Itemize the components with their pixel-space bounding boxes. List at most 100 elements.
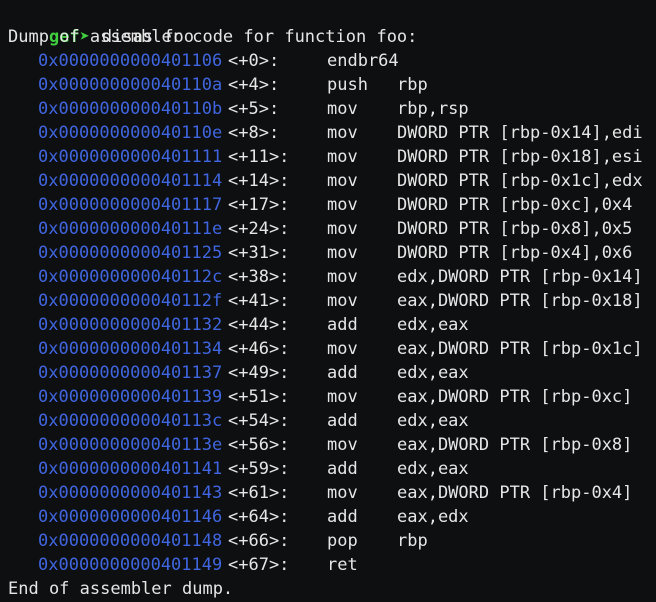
instruction-row: 0x0000000000401146 <+64>: add eax,edx [8,505,656,529]
instruction-offset: <+44>: [228,315,290,335]
instruction-offset: <+61>: [228,483,290,503]
instruction-operands: rbp,rsp [397,99,469,119]
instruction-row: 0x000000000040112c <+38>: mov edx,DWORD PTR… [8,265,656,289]
instruction-row: 0x0000000000401148 <+66>: pop rbp [8,529,656,553]
instruction-mnemonic: add [327,411,358,431]
instruction-address: 0x0000000000401125 [38,243,223,263]
instruction-address: 0x0000000000401141 [38,459,223,479]
instruction-mnemonic: mov [327,147,358,167]
instruction-offset: <+46>: [228,339,290,359]
instruction-mnemonic: mov [327,171,358,191]
instruction-mnemonic: mov [327,195,358,215]
prompt-line: gef➤ disas foo [8,1,656,47]
instruction-mnemonic: add [327,459,358,479]
instruction-operands: eax,DWORD PTR [rbp-0x1c] [397,339,643,359]
instruction-address: 0x000000000040110e [38,123,223,143]
instruction-address: 0x0000000000401149 [38,555,223,575]
instruction-offset: <+38>: [228,267,290,287]
instruction-address: 0x0000000000401106 [38,51,223,71]
instruction-operands: rbp [397,531,428,551]
instruction-address: 0x000000000040112c [38,267,223,287]
instruction-row: 0x0000000000401114 <+14>: mov DWORD PTR [rb… [8,169,656,193]
instruction-row: 0x0000000000401117 <+17>: mov DWORD PTR [rb… [8,193,656,217]
instruction-operands: DWORD PTR [rbp-0x1c],edx [397,171,643,191]
instruction-mnemonic: mov [327,99,358,119]
instruction-address: 0x0000000000401148 [38,531,223,551]
instruction-address: 0x0000000000401143 [38,483,223,503]
instruction-offset: <+4>: [228,75,280,95]
instruction-address: 0x0000000000401111 [38,147,223,167]
instruction-mnemonic: mov [327,219,358,239]
dump-footer: End of assembler dump. [8,579,234,599]
instruction-offset: <+5>: [228,99,280,119]
instruction-offset: <+41>: [228,291,290,311]
instruction-mnemonic: ret [327,555,358,575]
instruction-operands: eax,DWORD PTR [rbp-0x4] [397,483,633,503]
instruction-row: 0x0000000000401149 <+67>: ret [8,553,656,577]
instruction-address: 0x0000000000401139 [38,387,223,407]
instruction-mnemonic: mov [327,339,358,359]
instruction-address: 0x000000000040113e [38,435,223,455]
instruction-operands: eax,DWORD PTR [rbp-0x8] [397,435,633,455]
instruction-row: 0x0000000000401111 <+11>: mov DWORD PTR [rb… [8,145,656,169]
instruction-operands: rbp [397,75,428,95]
instruction-mnemonic: push [327,75,368,95]
instruction-operands: eax,DWORD PTR [rbp-0x18] [397,291,643,311]
instruction-row: 0x0000000000401125 <+31>: mov DWORD PTR [rb… [8,241,656,265]
assembly-listing: 0x0000000000401106 <+0>: endbr64 0x00000000… [8,49,656,577]
instruction-operands: eax,DWORD PTR [rbp-0xc] [397,387,633,407]
instruction-operands: edx,eax [397,315,469,335]
instruction-operands: edx,eax [397,411,469,431]
instruction-mnemonic: mov [327,435,358,455]
instruction-address: 0x0000000000401114 [38,171,223,191]
instruction-operands: DWORD PTR [rbp-0x4],0x6 [397,243,633,263]
instruction-row: 0x0000000000401139 <+51>: mov eax,DWORD PTR… [8,385,656,409]
instruction-offset: <+56>: [228,435,290,455]
instruction-mnemonic: pop [327,531,358,551]
instruction-operands: DWORD PTR [rbp-0x18],esi [397,147,643,167]
instruction-mnemonic: mov [327,387,358,407]
instruction-row: 0x0000000000401134 <+46>: mov eax,DWORD PTR… [8,337,656,361]
instruction-operands: edx,eax [397,459,469,479]
instruction-offset: <+54>: [228,411,290,431]
instruction-offset: <+51>: [228,387,290,407]
instruction-mnemonic: add [327,363,358,383]
instruction-mnemonic: mov [327,123,358,143]
instruction-offset: <+59>: [228,459,290,479]
instruction-mnemonic: mov [327,243,358,263]
instruction-row: 0x000000000040111e <+24>: mov DWORD PTR [rb… [8,217,656,241]
instruction-row: 0x000000000040110e <+8>: mov DWORD PTR [rbp… [8,121,656,145]
instruction-row: 0x0000000000401143 <+61>: mov eax,DWORD PTR… [8,481,656,505]
instruction-row: 0x0000000000401137 <+49>: add edx,eax [8,361,656,385]
instruction-address: 0x000000000040110a [38,75,223,95]
instruction-operands: DWORD PTR [rbp-0x14],edi [397,123,643,143]
instruction-operands: edx,eax [397,363,469,383]
instruction-address: 0x0000000000401132 [38,315,223,335]
instruction-operands: DWORD PTR [rbp-0xc],0x4 [397,195,633,215]
instruction-row: 0x000000000040113e <+56>: mov eax,DWORD PTR… [8,433,656,457]
instruction-operands: eax,edx [397,507,469,527]
terminal-window[interactable]: gef➤ disas foo Dump of assembler code for… [0,0,656,602]
instruction-mnemonic: add [327,507,358,527]
instruction-address: 0x0000000000401117 [38,195,223,215]
instruction-offset: <+17>: [228,195,290,215]
dump-header: Dump of assembler code for function foo: [8,27,418,47]
instruction-offset: <+49>: [228,363,290,383]
instruction-offset: <+31>: [228,243,290,263]
instruction-mnemonic: endbr64 [327,51,399,71]
instruction-address: 0x0000000000401134 [38,339,223,359]
instruction-row: 0x000000000040110a <+4>: push rbp [8,73,656,97]
instruction-mnemonic: mov [327,483,358,503]
instruction-address: 0x000000000040111e [38,219,223,239]
instruction-mnemonic: mov [327,291,358,311]
instruction-address: 0x0000000000401146 [38,507,223,527]
instruction-offset: <+14>: [228,171,290,191]
instruction-row: 0x0000000000401141 <+59>: add edx,eax [8,457,656,481]
instruction-mnemonic: add [327,315,358,335]
instruction-address: 0x000000000040113c [38,411,223,431]
instruction-row: 0x000000000040110b <+5>: mov rbp,rsp [8,97,656,121]
instruction-offset: <+24>: [228,219,290,239]
instruction-offset: <+0>: [228,51,280,71]
instruction-operands: DWORD PTR [rbp-0x8],0x5 [397,219,633,239]
instruction-offset: <+66>: [228,531,290,551]
